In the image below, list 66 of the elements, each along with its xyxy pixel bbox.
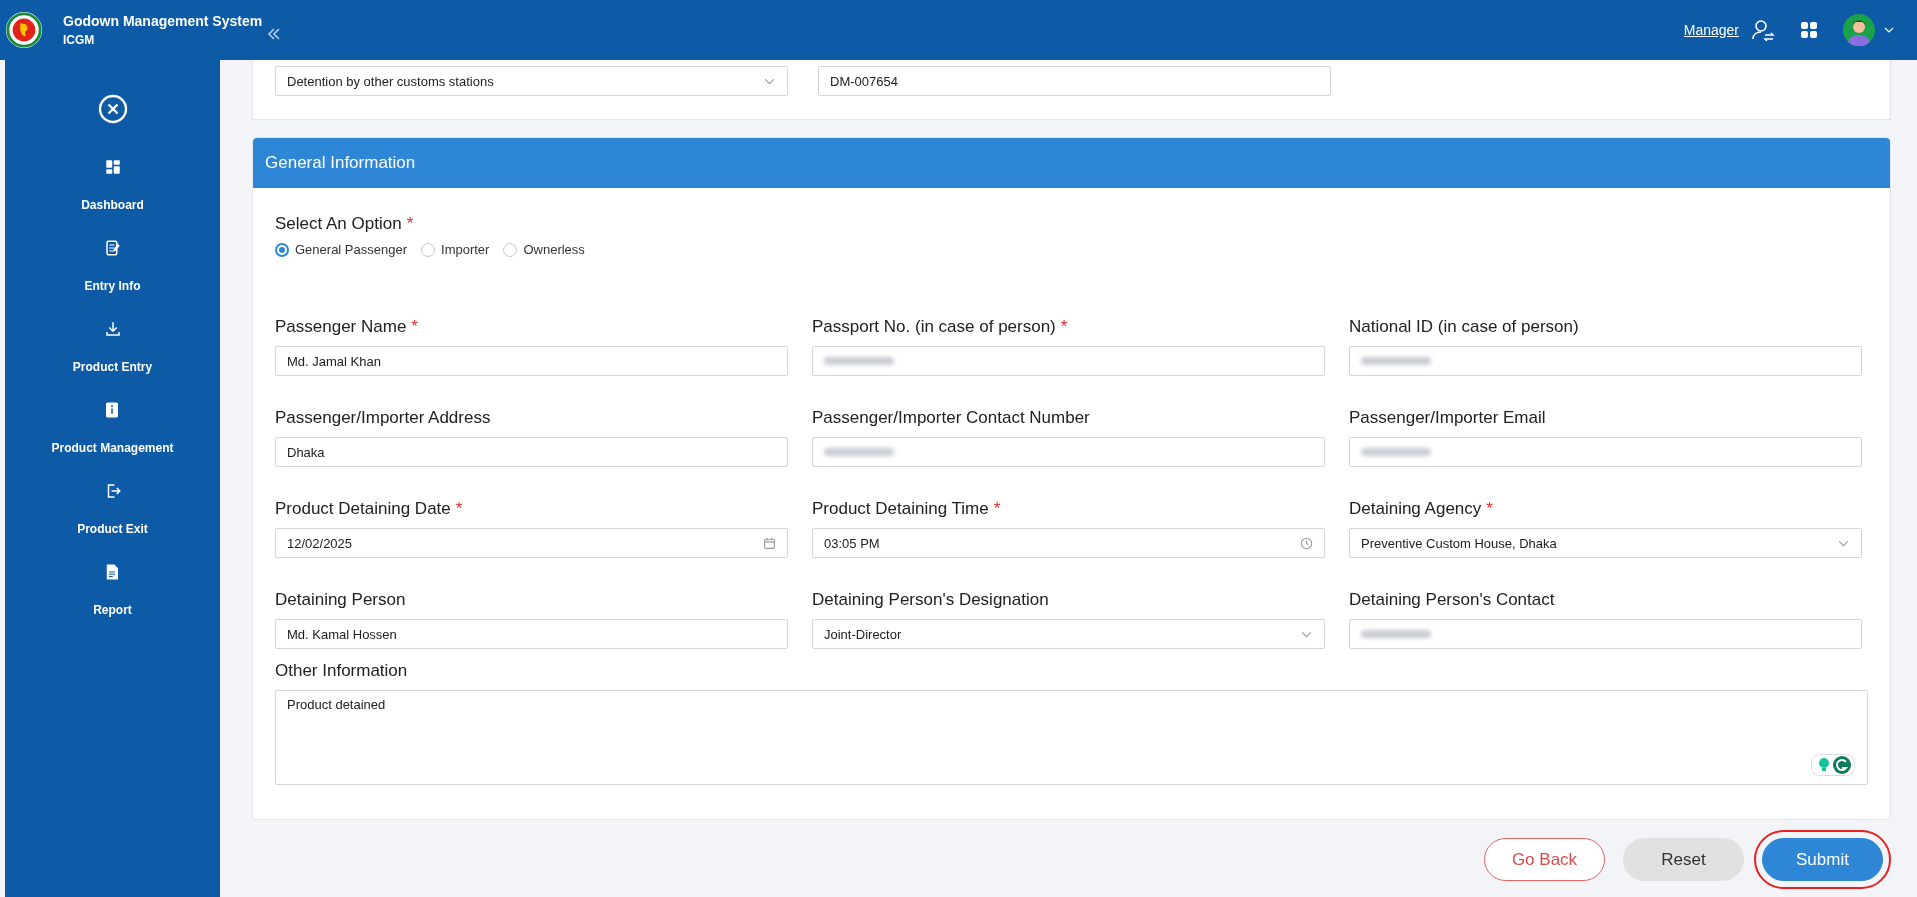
text-field[interactable] bbox=[1349, 437, 1862, 467]
dashboard-icon bbox=[103, 158, 122, 176]
avatar-icon[interactable] bbox=[1843, 14, 1875, 46]
blurred-text bbox=[1361, 448, 1431, 456]
select-field[interactable]: Detention by other customs stations bbox=[275, 66, 788, 96]
field-label: Detaining Person bbox=[275, 590, 406, 610]
field-label: Passenger Name bbox=[275, 317, 407, 337]
blurred-text bbox=[824, 357, 894, 365]
field-label: Detaining Person's Contact bbox=[1349, 590, 1555, 610]
required-mark: * bbox=[1060, 317, 1068, 337]
reset-button[interactable]: Reset bbox=[1623, 838, 1744, 881]
sidebar-item[interactable]: Product Management bbox=[51, 401, 174, 482]
blurred-text bbox=[824, 448, 894, 456]
text-field[interactable]: Dhaka bbox=[275, 437, 788, 467]
text-field[interactable] bbox=[1349, 619, 1862, 649]
radio-option[interactable]: General Passenger bbox=[275, 242, 407, 257]
download-icon bbox=[103, 320, 122, 338]
grammar-assistant-icon[interactable] bbox=[1811, 754, 1855, 776]
section-header: General Information bbox=[253, 138, 1890, 188]
field-label: Passenger/Importer Contact Number bbox=[812, 408, 1090, 428]
text-field[interactable]: Md. Kamal Hossen bbox=[275, 619, 788, 649]
text-field[interactable]: Md. Jamal Khan bbox=[275, 346, 788, 376]
required-mark: * bbox=[993, 499, 1001, 519]
blurred-text bbox=[1361, 630, 1431, 638]
sidebar-item[interactable]: Product Entry bbox=[72, 320, 153, 401]
app-subtitle: ICGM bbox=[63, 33, 96, 47]
close-icon[interactable] bbox=[97, 94, 128, 124]
select-field[interactable]: Preventive Custom House, Dhaka bbox=[1349, 528, 1862, 558]
role-link[interactable]: Manager bbox=[1683, 22, 1739, 38]
text-field[interactable] bbox=[1349, 346, 1862, 376]
field-label: Passenger/Importer Address bbox=[275, 408, 491, 428]
sidebar-item[interactable]: Entry Info bbox=[84, 239, 141, 320]
back-button[interactable]: Go Back bbox=[1484, 838, 1605, 881]
sidebar-item[interactable]: Dashboard bbox=[81, 158, 144, 239]
field-label: Select An Option bbox=[275, 214, 402, 234]
required-mark: * bbox=[455, 499, 463, 519]
field-label: Product Detaining Time bbox=[812, 499, 989, 519]
emblem-icon bbox=[5, 11, 43, 49]
field-label: Product Detaining Date bbox=[275, 499, 451, 519]
collapse-icon[interactable] bbox=[266, 26, 283, 42]
blurred-text bbox=[1361, 357, 1431, 365]
switch-user-icon[interactable] bbox=[1751, 18, 1775, 42]
radio-option[interactable]: Ownerless bbox=[503, 242, 585, 257]
text-area[interactable]: Product detained bbox=[275, 690, 1868, 785]
required-mark: * bbox=[406, 214, 414, 234]
text-field[interactable] bbox=[812, 437, 1325, 467]
text-field[interactable]: DM-007654 bbox=[818, 66, 1331, 96]
required-mark: * bbox=[411, 317, 418, 337]
notebook-icon bbox=[103, 239, 122, 257]
time-field[interactable]: 03:05 PM bbox=[812, 528, 1325, 558]
calendar-icon[interactable] bbox=[763, 536, 776, 550]
app-title: Godown Management System bbox=[63, 13, 263, 29]
clock-icon[interactable] bbox=[1300, 536, 1313, 550]
field-label: Passenger/Importer Email bbox=[1349, 408, 1546, 428]
sidebar-item[interactable]: Report bbox=[93, 563, 132, 644]
text-field[interactable] bbox=[812, 346, 1325, 376]
date-field[interactable]: 12/02/2025 bbox=[275, 528, 788, 558]
field-label: Other Information bbox=[275, 661, 408, 681]
select-field[interactable]: Joint-Director bbox=[812, 619, 1325, 649]
field-label: Detaining Agency bbox=[1349, 499, 1482, 519]
sidebar-item[interactable]: Product Exit bbox=[77, 482, 148, 563]
field-label: Detaining Person's Designation bbox=[812, 590, 1049, 610]
field-label: National ID (in case of person) bbox=[1349, 317, 1579, 337]
required-mark: * bbox=[1486, 499, 1493, 519]
field-label: Passport No. (in case of person) bbox=[812, 317, 1056, 337]
radio-option[interactable]: Importer bbox=[421, 242, 490, 257]
